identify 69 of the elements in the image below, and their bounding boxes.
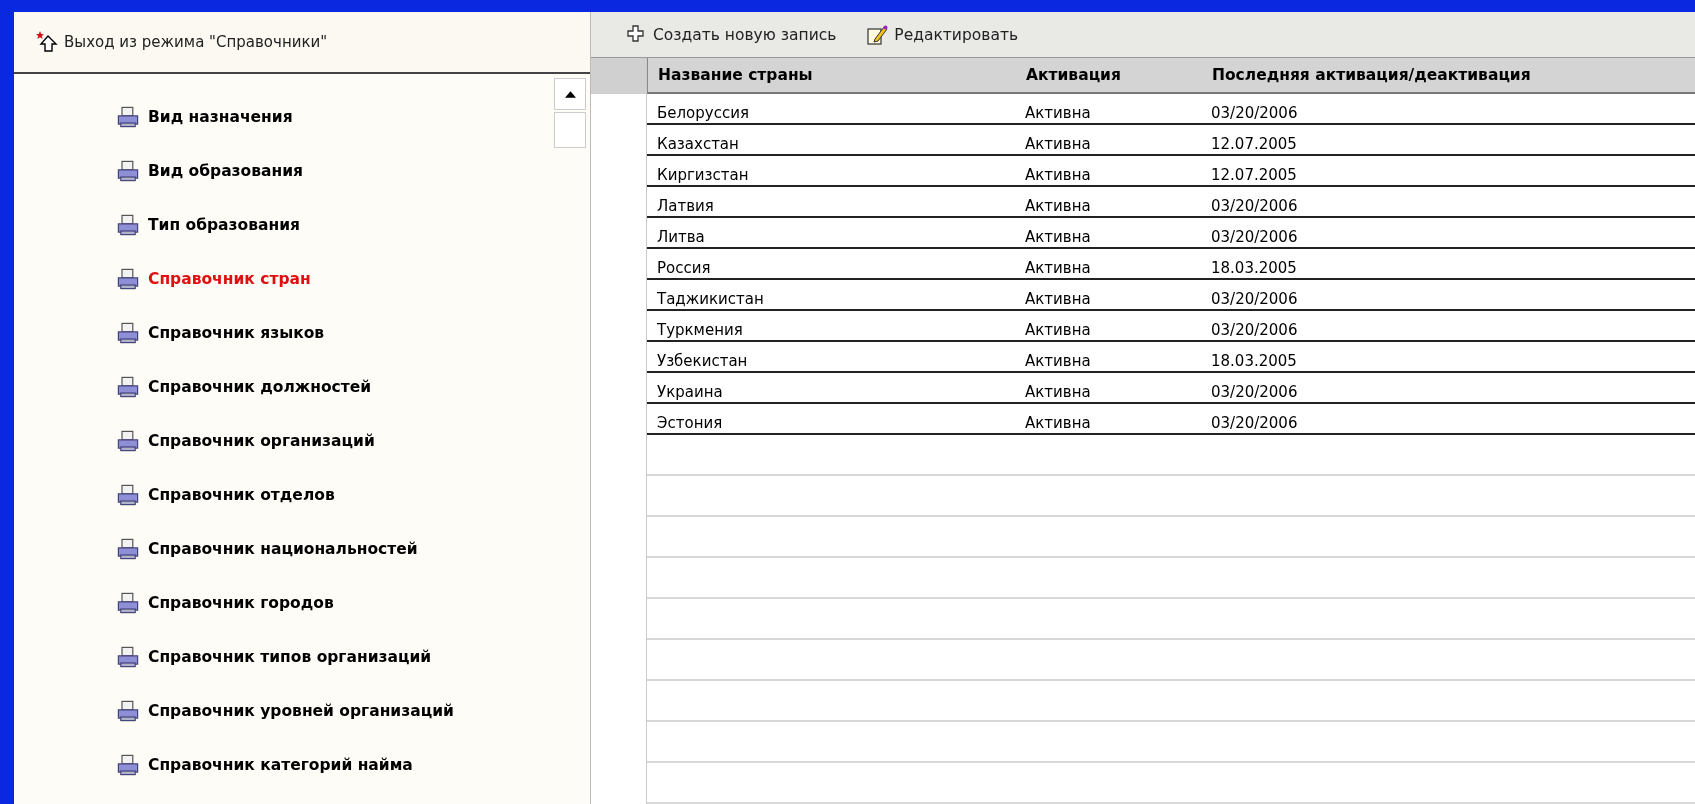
table-cell-text: 03/20/2006 <box>1211 321 1299 339</box>
sidebar-item[interactable]: Справочник национальностей <box>116 536 554 561</box>
printer-icon <box>116 698 140 723</box>
sidebar-item[interactable]: Справочник организаций <box>116 428 554 453</box>
table-cell-text: Активна <box>1025 166 1092 184</box>
sidebar-item[interactable]: Справочник городов <box>116 590 554 615</box>
column-header[interactable]: Последняя активация/деактивация <box>1212 66 1695 84</box>
toolbar-button[interactable]: Редактировать <box>864 21 1021 48</box>
table-cell-text: 12.07.2005 <box>1211 135 1298 153</box>
toolbar-button[interactable]: Создать новую запись <box>623 21 839 48</box>
printer-icon <box>116 536 140 561</box>
table-cell-text: Белоруссия <box>656 104 750 122</box>
table-cell-text: Активна <box>1025 228 1092 246</box>
printer-icon <box>116 752 140 777</box>
table-cell-text: Казахстан <box>656 135 740 153</box>
printer-icon <box>116 374 140 399</box>
up-arrow-icon <box>36 31 58 53</box>
table-cell-text: Активна <box>1025 104 1092 122</box>
printer-icon <box>116 482 140 507</box>
table-cell-text: 03/20/2006 <box>1211 104 1299 122</box>
table-cell-text: Активна <box>1025 259 1092 277</box>
table-cell-text: Активна <box>1025 383 1092 401</box>
table-cell-text: 03/20/2006 <box>1211 197 1299 215</box>
table-cell-text: Киргизстан <box>656 166 750 184</box>
printer-icon <box>116 428 140 453</box>
table-cell-text: Активна <box>1025 321 1092 339</box>
table-cell-text: Таджикистан <box>656 290 765 308</box>
printer-icon <box>116 104 140 129</box>
table-cell-text: Активна <box>1025 352 1092 370</box>
table-cell-text: Активна <box>1025 197 1092 215</box>
table-cell-text: Активна <box>1025 135 1092 153</box>
table-cell-text: Россия <box>656 259 712 277</box>
table-cell-text: Активна <box>1025 414 1092 432</box>
table-cell-text: Эстония <box>656 414 724 432</box>
table-cell-text: Украина <box>656 383 724 401</box>
scroll-up-button[interactable] <box>554 78 586 110</box>
table-cell-text: 03/20/2006 <box>1211 414 1299 432</box>
printer-icon <box>116 590 140 615</box>
table-cell-text: 18.03.2005 <box>1211 259 1298 277</box>
table-cell-text: 03/20/2006 <box>1211 383 1299 401</box>
column-header[interactable]: Название страны <box>648 66 1026 84</box>
up-triangle-icon <box>564 90 576 98</box>
printer-icon <box>116 212 140 237</box>
table-cell-text: 12.07.2005 <box>1211 166 1298 184</box>
table-cell-text: Литва <box>656 228 706 246</box>
table-cell-text: Узбекистан <box>656 352 749 370</box>
table-cell-text: Латвия <box>656 197 715 215</box>
table-cell-text: Туркмения <box>656 321 744 339</box>
printer-icon <box>116 320 140 345</box>
printer-icon <box>116 266 140 291</box>
sidebar-item[interactable]: Справочник языков <box>116 320 554 345</box>
table-cell-text: 03/20/2006 <box>1211 290 1299 308</box>
sidebar-item[interactable]: Справочник стран <box>116 266 554 291</box>
table-cell-text: Активна <box>1025 290 1092 308</box>
column-header[interactable]: Активация <box>1026 66 1212 84</box>
table-cell-text: 18.03.2005 <box>1211 352 1298 370</box>
table-cell-text: 03/20/2006 <box>1211 228 1299 246</box>
sidebar-item[interactable]: Справочник отделов <box>116 482 554 507</box>
scrollbar-thumb[interactable] <box>554 112 586 148</box>
printer-icon <box>116 158 140 183</box>
printer-icon <box>116 644 140 669</box>
sidebar-item[interactable]: Справочник уровней организаций <box>116 698 554 723</box>
sidebar-item[interactable]: Справочник типов организаций <box>116 644 554 669</box>
sidebar-item[interactable]: Справочник категорий найма <box>116 752 554 777</box>
pencil-note-icon <box>866 23 889 46</box>
sidebar-item[interactable]: Тип образования <box>116 212 554 237</box>
sidebar-item[interactable]: Вид назначения <box>116 104 554 129</box>
sidebar-item[interactable]: Справочник должностей <box>116 374 554 399</box>
sidebar-item[interactable]: Вид образования <box>116 158 554 183</box>
